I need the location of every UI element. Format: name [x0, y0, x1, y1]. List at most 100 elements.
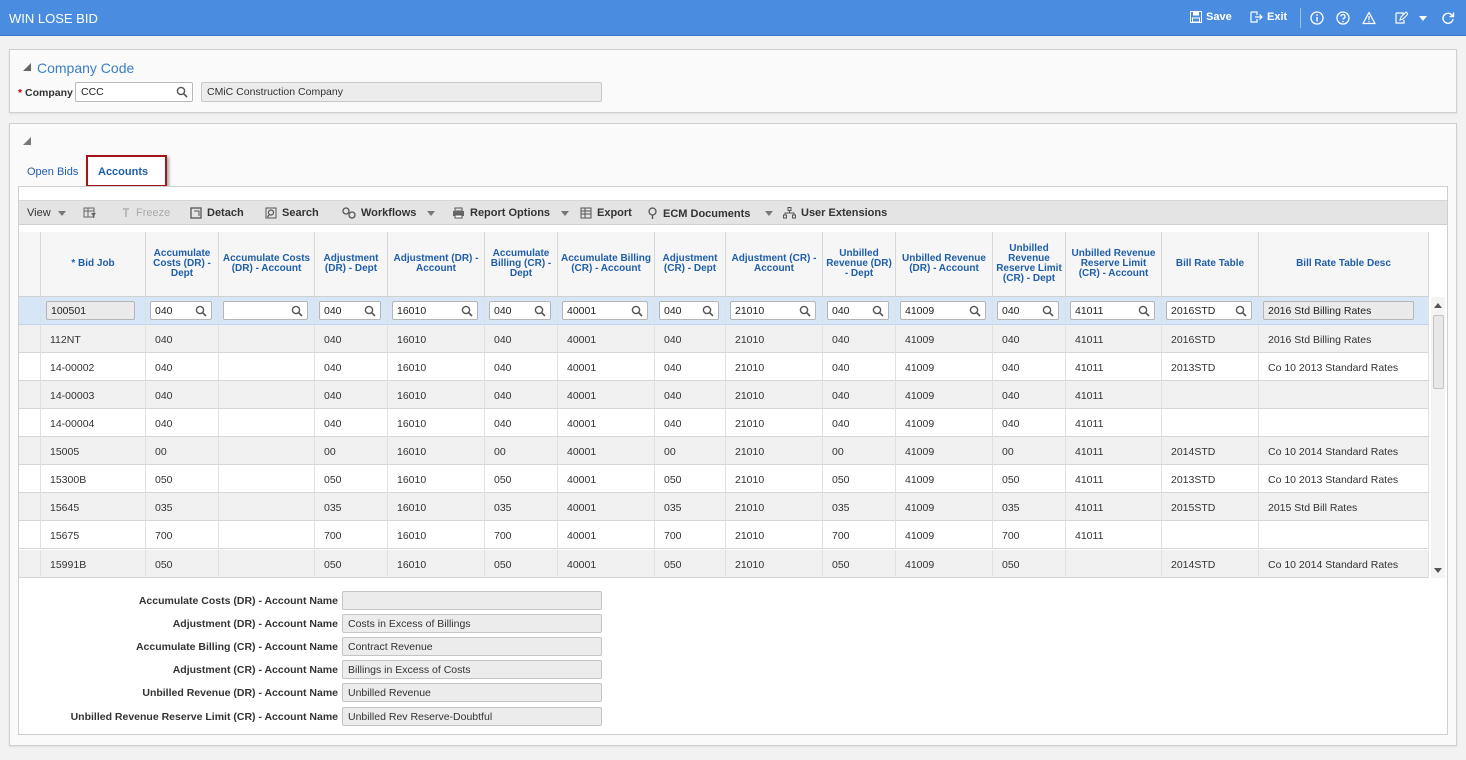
- cell-acc-costs-dept[interactable]: 050: [146, 465, 219, 493]
- col-header-acc-billing-account[interactable]: Accumulate Billing (CR) - Account: [558, 232, 655, 297]
- col-header-unbilled-account[interactable]: Unbilled Revenue (DR) - Account: [896, 232, 993, 297]
- col-header-adj-dr-account[interactable]: Adjustment (DR) - Account: [388, 232, 485, 297]
- search-icon[interactable]: [969, 305, 981, 317]
- cell-acc-costs-account[interactable]: [219, 550, 315, 578]
- col-header-acc-costs-account[interactable]: Accumulate Costs (DR) - Account: [219, 232, 315, 297]
- cell-adj-dr-dept[interactable]: 035: [315, 493, 388, 521]
- cell-adj-cr-account[interactable]: 21010: [726, 353, 823, 381]
- cell-adj-cr-account[interactable]: 21010: [726, 381, 823, 409]
- cell-unbilled-account[interactable]: 41009: [896, 521, 993, 549]
- cell-acc-costs-account[interactable]: [219, 381, 315, 409]
- search-icon[interactable]: [1235, 305, 1247, 317]
- freeze-button[interactable]: Freeze: [121, 207, 170, 219]
- cell-adj-cr-account[interactable]: 21010: [726, 437, 823, 465]
- cell-adj-cr-account[interactable]: 21010: [726, 493, 823, 521]
- cell-adj-dr-dept[interactable]: 00: [315, 437, 388, 465]
- cell-acc-billing-dept[interactable]: 00: [485, 437, 558, 465]
- cell-adj-dr-account[interactable]: 16010: [388, 381, 485, 409]
- cell-unbilled-account[interactable]: 41009: [896, 409, 993, 437]
- cell-bill-rate-desc[interactable]: 2016 Std Billing Rates: [1259, 325, 1429, 353]
- cell-acc-billing-account[interactable]: 40001: [558, 550, 655, 578]
- col-header-acc-billing-dept[interactable]: Accumulate Billing (CR) - Dept: [485, 232, 558, 297]
- cell-reserve-dept[interactable]: 050: [993, 550, 1066, 578]
- cell-bill-rate-table[interactable]: 2013STD: [1162, 465, 1259, 493]
- cell-reserve-dept[interactable]: 050: [993, 465, 1066, 493]
- cell-unbilled-dept[interactable]: 700: [823, 521, 896, 549]
- cell-unbilled-dept[interactable]: 040: [823, 353, 896, 381]
- warning-icon[interactable]: [1361, 10, 1377, 26]
- cell-unbilled-account[interactable]: 41009: [896, 325, 993, 353]
- cell-acc-costs-dept[interactable]: 040: [146, 381, 219, 409]
- cell-adj-dr-dept[interactable]: 040: [315, 353, 388, 381]
- cell-bill-rate-desc[interactable]: [1259, 521, 1429, 549]
- cell-adj-dr-account[interactable]: 16010: [388, 521, 485, 549]
- row-selector[interactable]: [19, 493, 41, 521]
- scroll-up-icon[interactable]: [1434, 303, 1442, 308]
- cell-bill-rate-desc[interactable]: Co 10 2013 Standard Rates: [1259, 465, 1429, 493]
- cell-bill-rate-table[interactable]: [1162, 381, 1259, 409]
- cell-adj-cr-dept[interactable]: 700: [655, 521, 726, 549]
- cell-adj-dr-dept[interactable]: 050: [315, 550, 388, 578]
- cell-reserve-dept[interactable]: 040: [993, 325, 1066, 353]
- tab-open-bids[interactable]: Open Bids: [27, 166, 78, 178]
- cell-acc-billing-account[interactable]: 40001: [558, 353, 655, 381]
- cell-acc-billing-account[interactable]: 40001: [558, 409, 655, 437]
- search-icon[interactable]: [364, 305, 376, 317]
- cell-acc-costs-dept[interactable]: 040: [146, 409, 219, 437]
- cell-adj-dr-account[interactable]: 16010: [388, 353, 485, 381]
- row-selector[interactable]: [19, 550, 41, 578]
- cell-bill-rate-desc[interactable]: 2015 Std Bill Rates: [1259, 493, 1429, 521]
- cell-adj-dr-account[interactable]: 16010: [388, 325, 485, 353]
- row-selector[interactable]: [19, 381, 41, 409]
- cell-acc-costs-account[interactable]: [219, 353, 315, 381]
- cell-reserve-account[interactable]: 41011: [1066, 353, 1162, 381]
- cell-acc-costs-account[interactable]: [219, 325, 315, 353]
- cell-adj-cr-dept[interactable]: 050: [655, 465, 726, 493]
- filter-button[interactable]: [83, 207, 97, 219]
- cell-adj-dr-dept[interactable]: 700: [315, 521, 388, 549]
- row-selector[interactable]: [19, 297, 41, 325]
- cell-bill-rate-table[interactable]: 2014STD: [1162, 550, 1259, 578]
- refresh-icon[interactable]: [1440, 10, 1456, 26]
- cell-bid-job[interactable]: 15675: [41, 521, 146, 549]
- search-icon[interactable]: [195, 305, 207, 317]
- cell-reserve-dept[interactable]: 040: [993, 409, 1066, 437]
- cell-bill-rate-desc[interactable]: Co 10 2014 Standard Rates: [1259, 550, 1429, 578]
- cell-unbilled-dept[interactable]: 035: [823, 493, 896, 521]
- cell-bill-rate-table[interactable]: 2015STD: [1162, 493, 1259, 521]
- cell-bid-job[interactable]: 14-00003: [41, 381, 146, 409]
- cell-bid-job[interactable]: 15645: [41, 493, 146, 521]
- cell-reserve-dept[interactable]: 700: [993, 521, 1066, 549]
- search-icon[interactable]: [291, 305, 303, 317]
- cell-adj-cr-account[interactable]: 21010: [726, 521, 823, 549]
- cell-bill-rate-table[interactable]: [1162, 409, 1259, 437]
- cell-reserve-account[interactable]: 41011: [1066, 437, 1162, 465]
- cell-bill-rate-table[interactable]: 2016STD: [1162, 325, 1259, 353]
- col-header-unbilled-dept[interactable]: Unbilled Revenue (DR) - Dept: [823, 232, 896, 297]
- cell-acc-costs-dept[interactable]: 040: [146, 353, 219, 381]
- search-icon[interactable]: [1042, 305, 1054, 317]
- cell-reserve-account[interactable]: 41011: [1066, 465, 1162, 493]
- cell-acc-billing-account[interactable]: 40001: [558, 521, 655, 549]
- view-menu[interactable]: View: [27, 207, 66, 219]
- cell-adj-cr-account[interactable]: 21010: [726, 325, 823, 353]
- cell-reserve-account[interactable]: 41011: [1066, 521, 1162, 549]
- cell-acc-costs-account[interactable]: [219, 493, 315, 521]
- cell-reserve-dept[interactable]: 040: [993, 381, 1066, 409]
- row-selector[interactable]: [19, 465, 41, 493]
- scroll-down-icon[interactable]: [1434, 568, 1442, 573]
- search-icon[interactable]: [1138, 305, 1150, 317]
- cell-acc-costs-account[interactable]: [219, 521, 315, 549]
- search-icon[interactable]: [461, 305, 473, 317]
- cell-acc-costs-dept[interactable]: 00: [146, 437, 219, 465]
- cell-bid-job[interactable]: 14-00004: [41, 409, 146, 437]
- cell-unbilled-dept[interactable]: 040: [823, 325, 896, 353]
- workflows-menu[interactable]: Workflows: [342, 207, 436, 219]
- cell-bid-job[interactable]: 15005: [41, 437, 146, 465]
- cell-acc-billing-account[interactable]: 40001: [558, 381, 655, 409]
- col-header-bid-job[interactable]: * Bid Job: [41, 232, 146, 297]
- cell-reserve-account[interactable]: 41011: [1066, 493, 1162, 521]
- cell-unbilled-dept[interactable]: 040: [823, 409, 896, 437]
- cell-acc-costs-dept[interactable]: 035: [146, 493, 219, 521]
- cell-reserve-dept[interactable]: 035: [993, 493, 1066, 521]
